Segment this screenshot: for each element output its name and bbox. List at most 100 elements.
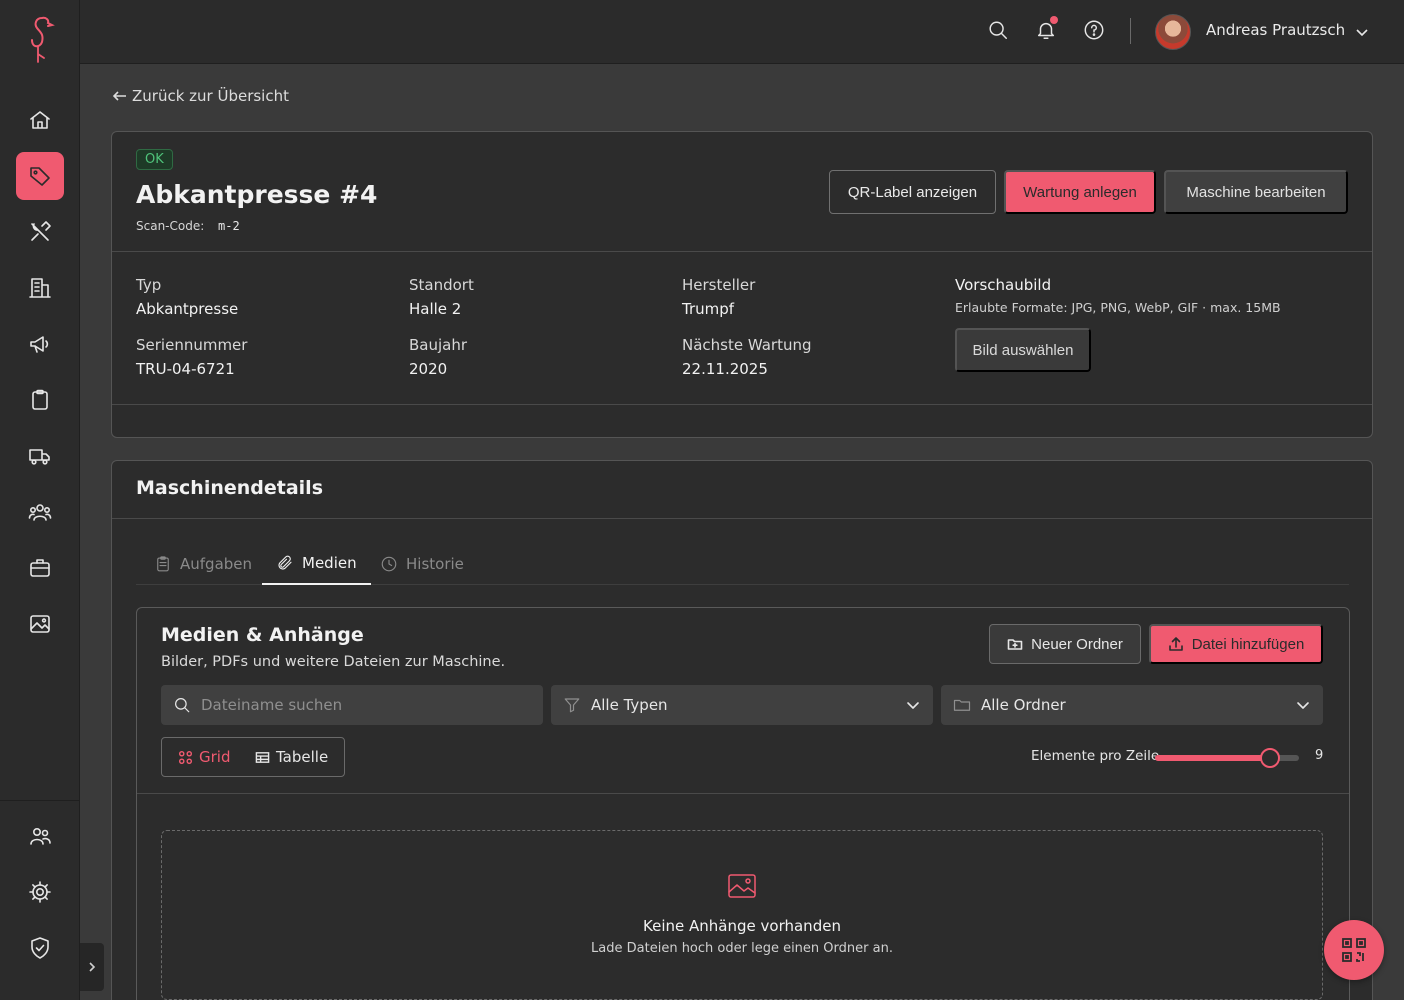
- view-table-option[interactable]: Tabelle: [255, 738, 328, 776]
- tab-history[interactable]: Historie: [366, 543, 478, 585]
- details-divider: [112, 518, 1372, 519]
- qr-scan-fab[interactable]: [1324, 920, 1384, 980]
- empty-state-subtitle: Lade Dateien hoch oder lege einen Ordner…: [591, 941, 893, 956]
- search-placeholder: Dateiname suchen: [201, 696, 343, 714]
- media-subtitle: Bilder, PDFs und weitere Dateien zur Mas…: [161, 654, 506, 670]
- sidebar-item-jobs[interactable]: [16, 544, 64, 592]
- add-file-button[interactable]: Datei hinzufügen: [1149, 624, 1323, 664]
- create-maintenance-button[interactable]: Wartung anlegen: [1004, 170, 1156, 214]
- status-badge: OK: [136, 149, 173, 170]
- avatar[interactable]: [1155, 14, 1191, 50]
- sidebar-item-security[interactable]: [16, 924, 64, 972]
- field-value-manufacturer: Trumpf: [682, 300, 735, 318]
- choose-image-button[interactable]: Bild auswählen: [955, 328, 1091, 372]
- scan-code-value: m-2: [218, 219, 240, 233]
- notification-dot: [1050, 16, 1058, 24]
- dropzone[interactable]: Keine Anhänge vorhanden Lade Dateien hoc…: [161, 830, 1323, 1000]
- folder-plus-icon: [1007, 639, 1023, 650]
- truck-icon: [29, 449, 50, 465]
- header-divider: [112, 251, 1372, 252]
- search-input[interactable]: Dateiname suchen: [161, 685, 543, 725]
- sidebar-item-users[interactable]: [16, 812, 64, 860]
- topbar-separator: [1130, 18, 1131, 44]
- empty-state-title: Keine Anhänge vorhanden: [643, 917, 841, 935]
- chevron-down-icon: [907, 702, 919, 709]
- qr-label-button[interactable]: QR-Label anzeigen: [829, 170, 996, 214]
- type-filter-value: Alle Typen: [591, 696, 668, 714]
- users-icon: [30, 828, 51, 845]
- machine-details-card: Maschinendetails Aufgaben Medien Histori…: [111, 460, 1373, 1000]
- tab-label: Medien: [302, 554, 357, 572]
- table-icon: [255, 751, 270, 763]
- image-icon: [30, 615, 50, 633]
- field-label-manufacturer: Hersteller: [682, 276, 756, 294]
- chevron-down-icon: [1297, 702, 1309, 709]
- sidebar-item-announcements[interactable]: [16, 320, 64, 368]
- tag-icon: [30, 167, 50, 186]
- topbar: Andreas Prautzsch: [80, 0, 1404, 64]
- sidebar-item-tools[interactable]: [16, 208, 64, 256]
- sidebar-collapse-button[interactable]: [80, 943, 104, 991]
- team-icon: [28, 504, 52, 521]
- sidebar-divider: [0, 800, 80, 801]
- section-title: Maschinendetails: [136, 477, 324, 499]
- machine-header-card: OK Abkantpresse #4 Scan-Code: m-2 QR-Lab…: [111, 131, 1373, 438]
- user-name[interactable]: Andreas Prautzsch: [1206, 21, 1345, 39]
- home-icon: [30, 111, 50, 129]
- field-label-type: Typ: [136, 276, 162, 294]
- upload-icon: [1168, 637, 1183, 651]
- sidebar-item-teams[interactable]: [16, 488, 64, 536]
- shield-icon: [31, 937, 49, 959]
- back-link[interactable]: Zurück zur Übersicht: [112, 87, 289, 105]
- help-button[interactable]: [1082, 18, 1106, 42]
- folder-filter-value: Alle Ordner: [981, 696, 1066, 714]
- field-label-serial: Seriennummer: [136, 336, 248, 354]
- sidebar: [0, 0, 80, 1000]
- items-per-row-value: 9: [1315, 748, 1324, 763]
- clock-icon: [381, 556, 397, 572]
- new-folder-button[interactable]: Neuer Ordner: [989, 624, 1141, 664]
- field-label-next-maintenance: Nächste Wartung: [682, 336, 812, 354]
- items-per-row-slider[interactable]: [1155, 748, 1299, 768]
- view-grid-option[interactable]: Grid: [178, 738, 230, 776]
- image-icon: [727, 873, 757, 899]
- tab-tasks[interactable]: Aufgaben: [140, 543, 266, 585]
- paperclip-icon: [278, 555, 292, 570]
- tab-bar: Aufgaben Medien Historie: [136, 543, 1349, 585]
- slider-fill: [1155, 755, 1271, 761]
- user-menu-chevron[interactable]: [1354, 24, 1370, 40]
- sidebar-item-buildings[interactable]: [16, 264, 64, 312]
- media-title: Medien & Anhänge: [161, 624, 364, 646]
- help-icon: [1084, 20, 1104, 40]
- tab-label: Aufgaben: [180, 555, 253, 573]
- tools-icon: [31, 221, 51, 241]
- sidebar-item-media[interactable]: [16, 600, 64, 648]
- arrow-left-icon: [112, 91, 126, 101]
- edit-machine-button[interactable]: Maschine bearbeiten: [1164, 170, 1348, 214]
- sidebar-item-tasks[interactable]: [16, 376, 64, 424]
- app-root: Andreas Prautzsch Zurück zur Übersicht O…: [0, 0, 1404, 1000]
- tab-media[interactable]: Medien: [262, 543, 371, 585]
- notifications-button[interactable]: [1034, 16, 1058, 42]
- view-toggle: Grid Tabelle: [161, 737, 345, 777]
- type-filter-select[interactable]: Alle Typen: [551, 685, 933, 725]
- items-per-row-label: Elemente pro Zeile: [1031, 748, 1160, 764]
- card-footer-divider: [112, 404, 1372, 405]
- filter-icon: [564, 698, 580, 713]
- search-button[interactable]: [986, 18, 1010, 42]
- sidebar-item-machines[interactable]: [16, 152, 64, 200]
- field-value-next-maintenance: 22.11.2025: [682, 360, 768, 378]
- flamingo-logo-icon[interactable]: [22, 12, 58, 68]
- view-table-label: Tabelle: [276, 748, 329, 766]
- sidebar-item-settings[interactable]: [16, 868, 64, 916]
- building-icon: [29, 278, 51, 298]
- sidebar-item-home[interactable]: [16, 96, 64, 144]
- folder-filter-select[interactable]: Alle Ordner: [941, 685, 1323, 725]
- add-file-label: Datei hinzufügen: [1191, 635, 1305, 653]
- folder-icon: [953, 699, 971, 711]
- chevron-right-icon: [89, 962, 96, 972]
- preview-image-hint: Erlaubte Formate: JPG, PNG, WebP, GIF · …: [955, 300, 1281, 315]
- slider-thumb[interactable]: [1260, 748, 1281, 768]
- sidebar-item-vehicles[interactable]: [16, 432, 64, 480]
- preview-image-title: Vorschaubild: [955, 276, 1052, 294]
